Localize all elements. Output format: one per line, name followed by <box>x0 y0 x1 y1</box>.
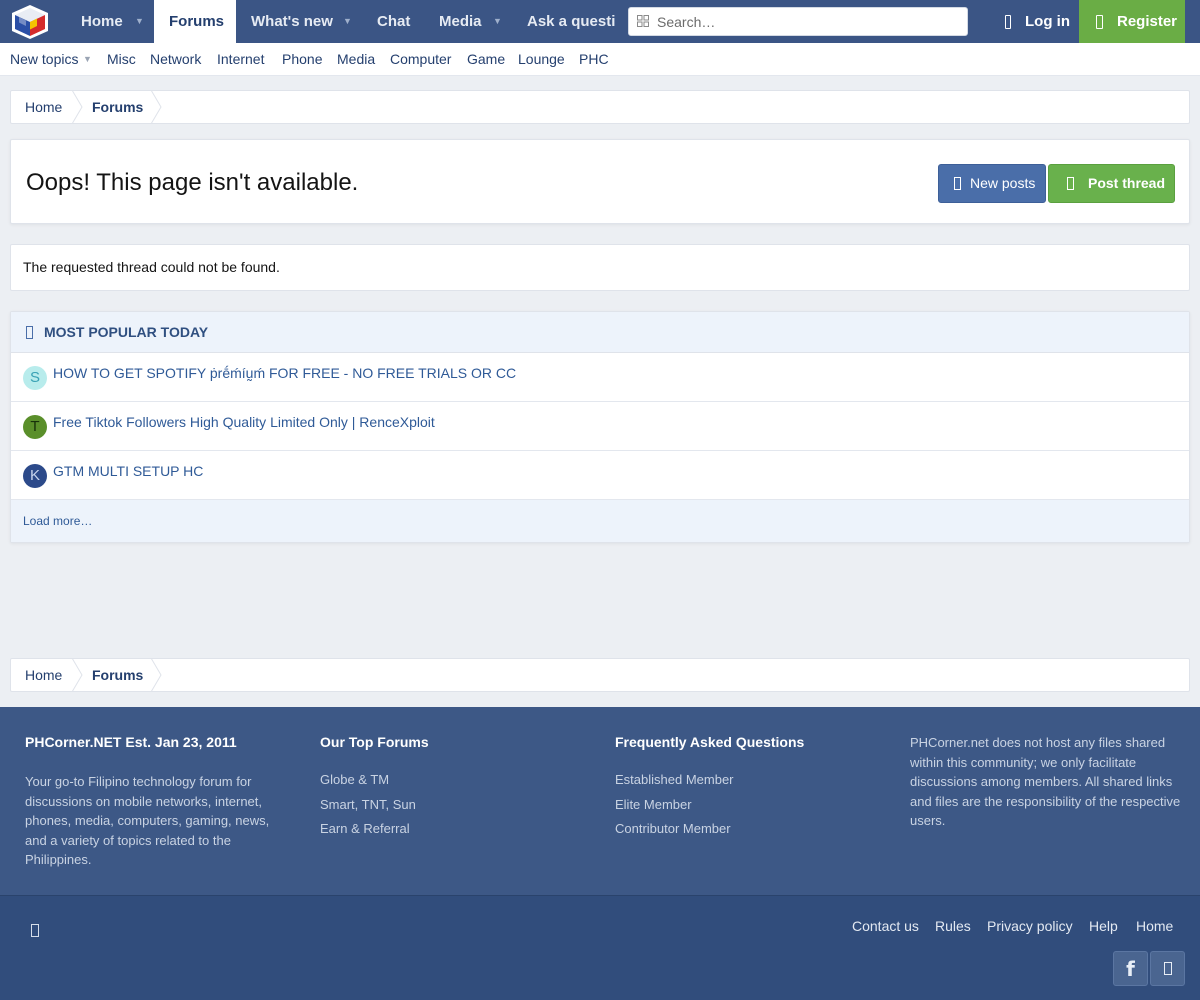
subnav-computer[interactable]: Computer <box>390 43 451 76</box>
login-button[interactable]: Log in <box>995 0 1075 43</box>
register-label: Register <box>1117 13 1178 30</box>
avatar[interactable]: T <box>23 415 47 439</box>
most-popular-widget: MOST POPULAR TODAY S HOW TO GET SPOTIFY … <box>10 311 1190 543</box>
page-title: Oops! This page isn't available. <box>26 169 359 196</box>
avatar[interactable]: S <box>23 366 47 390</box>
new-posts-label: New posts <box>970 175 1036 191</box>
footer-link-privacy-policy[interactable]: Privacy policy <box>987 918 1073 934</box>
nav-tab-ask-a-question[interactable]: Ask a questi <box>513 0 623 43</box>
grid-icon <box>637 15 649 27</box>
footer-top-forums: Our Top Forums Globe & TM Smart, TNT, Su… <box>320 734 595 842</box>
chevron-down-icon[interactable]: ▼ <box>493 0 502 43</box>
breadcrumb-forums[interactable]: Forums <box>92 91 143 123</box>
file-icon <box>954 177 961 190</box>
theme-toggle-icon[interactable] <box>31 924 39 937</box>
key-icon <box>1005 15 1011 29</box>
sub-navigation: New topics ▼ Misc Network Internet Phone… <box>0 43 1200 76</box>
list-item[interactable]: K GTM MULTI SETUP HC <box>11 451 1189 500</box>
list-item[interactable]: S HOW TO GET SPOTIFY ṗrḗḿíṵḿ FOR FREE - … <box>11 353 1189 402</box>
login-label: Log in <box>1025 13 1070 30</box>
facebook-button[interactable]: f <box>1113 951 1148 986</box>
footer-about: PHCorner.NET Est. Jan 23, 2011 Your go-t… <box>25 734 300 870</box>
user-plus-icon <box>1096 15 1103 29</box>
subnav-network[interactable]: Network <box>150 43 201 76</box>
thread-title-link[interactable]: HOW TO GET SPOTIFY ṗrḗḿíṵḿ FOR FREE - NO… <box>53 365 516 381</box>
footer-link-help[interactable]: Help <box>1089 918 1118 934</box>
post-thread-label: Post thread <box>1088 175 1166 191</box>
top-navigation-bar: Home ▼ Forums What's new ▼ Chat Media ▼ … <box>0 0 1200 43</box>
breadcrumb-separator <box>151 91 162 123</box>
fire-icon <box>26 326 33 339</box>
avatar[interactable]: K <box>23 464 47 488</box>
nav-tab-chat[interactable]: Chat <box>363 0 423 43</box>
footer-disclaimer-text: PHCorner.net does not host any files sha… <box>910 735 1181 828</box>
chevron-down-icon[interactable]: ▼ <box>135 0 144 43</box>
footer-faq: Frequently Asked Questions Established M… <box>615 734 890 842</box>
load-more-link[interactable]: Load more… <box>11 500 1189 542</box>
error-message-block: The requested thread could not be found. <box>10 244 1190 291</box>
post-thread-button[interactable]: Post thread <box>1048 164 1175 203</box>
breadcrumb-separator <box>151 659 162 691</box>
subnav-lounge[interactable]: Lounge <box>518 43 565 76</box>
search-input[interactable] <box>657 8 962 35</box>
nav-tab-forums[interactable]: Forums <box>154 0 236 43</box>
subnav-phone[interactable]: Phone <box>282 43 322 76</box>
register-button[interactable]: Register <box>1079 0 1185 43</box>
footer-link-earn-referral[interactable]: Earn & Referral <box>320 817 595 842</box>
thread-title-link[interactable]: GTM MULTI SETUP HC <box>53 463 203 479</box>
breadcrumb-home[interactable]: Home <box>25 659 62 691</box>
breadcrumb-forums[interactable]: Forums <box>92 659 143 691</box>
footer-link-home[interactable]: Home <box>1136 918 1173 934</box>
footer-link-smart-tnt-sun[interactable]: Smart, TNT, Sun <box>320 793 595 818</box>
social-button[interactable] <box>1150 951 1185 986</box>
social-icon <box>1164 962 1172 975</box>
search-box[interactable] <box>628 7 968 36</box>
error-message: The requested thread could not be found. <box>23 259 280 275</box>
footer-about-text: Your go-to Filipino technology forum for… <box>25 774 270 867</box>
nav-tab-whats-new[interactable]: What's new <box>236 0 346 43</box>
new-posts-button[interactable]: New posts <box>938 164 1046 203</box>
footer-link-contact-us[interactable]: Contact us <box>852 918 919 934</box>
breadcrumb-home[interactable]: Home <box>25 91 62 123</box>
list-item[interactable]: T Free Tiktok Followers High Quality Lim… <box>11 402 1189 451</box>
nav-tab-home[interactable]: Home <box>67 0 141 43</box>
footer-faq-heading: Frequently Asked Questions <box>615 734 805 750</box>
most-popular-heading: MOST POPULAR TODAY <box>44 324 209 340</box>
subnav-misc[interactable]: Misc <box>107 43 136 76</box>
pencil-icon <box>1067 177 1074 190</box>
load-more-label: Load more… <box>23 514 93 528</box>
footer-bottom-bar: Contact us Rules Privacy policy Help Hom… <box>0 895 1200 1000</box>
chevron-down-icon[interactable]: ▼ <box>343 0 352 43</box>
nav-tab-media[interactable]: Media <box>425 0 493 43</box>
thread-title-link[interactable]: Free Tiktok Followers High Quality Limit… <box>53 414 435 430</box>
footer-about-heading: PHCorner.NET Est. Jan 23, 2011 <box>25 734 237 750</box>
breadcrumb: Home Forums <box>10 90 1190 124</box>
chevron-down-icon[interactable]: ▼ <box>83 43 92 76</box>
page-header: Oops! This page isn't available. New pos… <box>10 139 1190 224</box>
subnav-new-topics[interactable]: New topics <box>10 43 78 76</box>
breadcrumb-bottom: Home Forums <box>10 658 1190 692</box>
subnav-media[interactable]: Media <box>337 43 375 76</box>
footer-link-elite-member[interactable]: Elite Member <box>615 793 890 818</box>
footer-top-forums-heading: Our Top Forums <box>320 734 429 750</box>
footer-link-globe-tm[interactable]: Globe & TM <box>320 768 595 793</box>
phcorner-logo-icon[interactable] <box>10 4 50 40</box>
footer-disclaimer: PHCorner.net does not host any files sha… <box>910 733 1185 831</box>
subnav-internet[interactable]: Internet <box>217 43 264 76</box>
facebook-icon: f <box>1126 957 1135 981</box>
most-popular-header: MOST POPULAR TODAY <box>11 312 1189 353</box>
subnav-game[interactable]: Game <box>467 43 505 76</box>
subnav-phc[interactable]: PHC <box>579 43 609 76</box>
footer: PHCorner.NET Est. Jan 23, 2011 Your go-t… <box>0 707 1200 895</box>
breadcrumb-separator <box>72 659 83 691</box>
footer-link-established-member[interactable]: Established Member <box>615 768 890 793</box>
breadcrumb-separator <box>72 91 83 123</box>
footer-link-rules[interactable]: Rules <box>935 918 971 934</box>
footer-link-contributor-member[interactable]: Contributor Member <box>615 817 890 842</box>
